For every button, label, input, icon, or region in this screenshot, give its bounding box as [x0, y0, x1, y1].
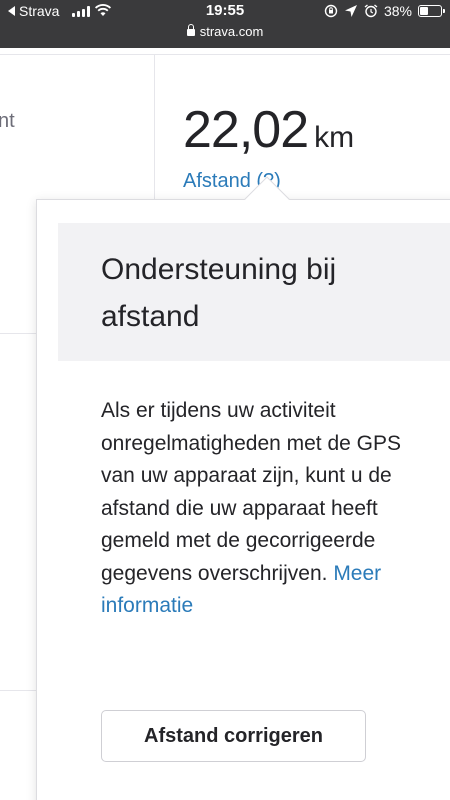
status-bar: Strava 19:55 strava.com 38% [0, 0, 450, 48]
stat-label-partial: nt [0, 110, 15, 132]
battery-percent: 38% [383, 3, 412, 19]
lock-icon [186, 24, 195, 36]
rotation-lock-icon [324, 4, 338, 18]
distance-value: 22,02 [183, 101, 309, 159]
stats-row-divider [0, 690, 36, 691]
address-bar[interactable]: strava.com [0, 24, 450, 39]
popover-title: Ondersteuning bij afstand [101, 253, 337, 333]
stats-column-divider [154, 54, 155, 204]
alarm-icon [364, 4, 378, 18]
url-text: strava.com [199, 24, 264, 39]
popover-body: Als er tijdens uw activiteit onregelmati… [101, 395, 431, 623]
battery-level [420, 7, 428, 15]
popover-body-text: Als er tijdens uw activiteit onregelmati… [101, 399, 402, 585]
location-arrow-icon [344, 5, 357, 17]
stats-top-border [0, 54, 450, 55]
correct-distance-button[interactable]: Afstand corrigeren [101, 710, 366, 762]
distance-unit: km [314, 121, 355, 154]
distance-stat: 22,02 km [183, 100, 354, 160]
status-icons: 38% [324, 3, 445, 19]
battery-icon [418, 5, 445, 17]
stats-row-divider [0, 333, 36, 334]
